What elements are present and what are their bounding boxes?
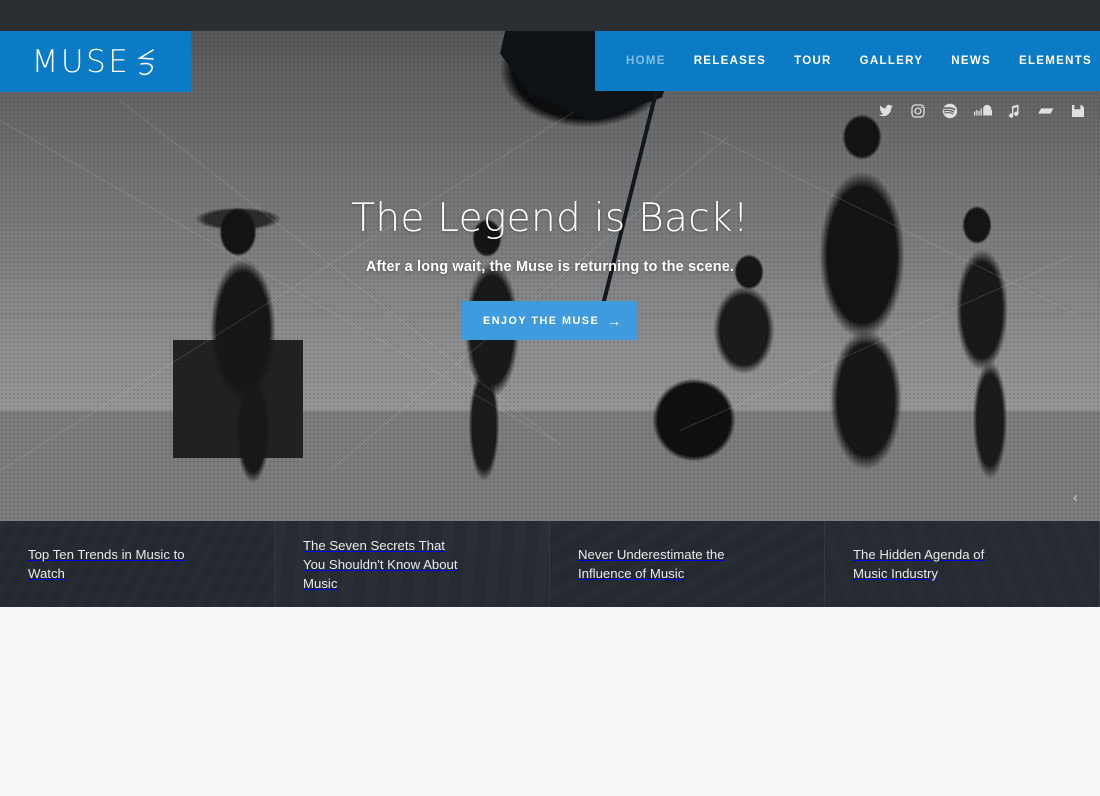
- nav-item-news[interactable]: NEWS: [937, 55, 1005, 67]
- nav-item-elements[interactable]: ELEMENTS: [1005, 55, 1100, 67]
- news-ticker: Top Ten Trends in Music to Watch The Sev…: [0, 521, 1100, 607]
- page-root: MUSE HOME RELEASES TOUR GALLERY NEWS ELE…: [0, 0, 1100, 796]
- logo-text: MUSE: [31, 43, 131, 80]
- instagram-icon[interactable]: [910, 103, 926, 119]
- nav-item-home[interactable]: HOME: [612, 55, 680, 67]
- scroll-hint-icon[interactable]: ‹: [1073, 489, 1078, 506]
- site-logo[interactable]: MUSE: [0, 31, 191, 92]
- promo-section: New Album Released! Check out the newly …: [0, 607, 1100, 796]
- soundcloud-icon[interactable]: [974, 103, 992, 119]
- ticker-item[interactable]: The Seven Secrets That You Shouldn't Kno…: [275, 521, 550, 607]
- ticker-item-title: The Hidden Agenda of Music Industry: [853, 547, 985, 581]
- arrow-right-icon: →: [607, 312, 621, 329]
- bandcamp-icon[interactable]: [1038, 103, 1054, 119]
- hero-section: MUSE HOME RELEASES TOUR GALLERY NEWS ELE…: [0, 0, 1100, 521]
- ticker-item[interactable]: Never Underestimate the Influence of Mus…: [550, 521, 825, 607]
- top-strip: [0, 0, 1100, 31]
- spotify-icon[interactable]: [942, 103, 958, 119]
- music-note-icon[interactable]: [1006, 103, 1022, 119]
- hero-title: The Legend is Back!: [351, 196, 749, 241]
- ticker-item-title: Never Underestimate the Influence of Mus…: [578, 547, 725, 581]
- main-navigation[interactable]: HOME RELEASES TOUR GALLERY NEWS ELEMENTS…: [595, 31, 1100, 91]
- ticker-item[interactable]: The Hidden Agenda of Music Industry: [825, 521, 1100, 607]
- ticker-item-title: Top Ten Trends in Music to Watch: [28, 547, 185, 581]
- twitter-icon[interactable]: [878, 103, 894, 119]
- ticker-item-title: The Seven Secrets That You Shouldn't Kno…: [303, 537, 458, 591]
- hero-subtitle: After a long wait, the Muse is returning…: [365, 259, 735, 275]
- nav-item-releases[interactable]: RELEASES: [680, 55, 780, 67]
- nav-item-gallery[interactable]: GALLERY: [846, 55, 938, 67]
- social-links[interactable]: [878, 103, 1086, 119]
- nav-item-tour[interactable]: TOUR: [780, 55, 846, 67]
- enjoy-the-muse-button[interactable]: ENJOY THE MUSE →: [462, 301, 638, 340]
- save-icon[interactable]: [1070, 103, 1086, 119]
- muse-monogram-icon: [133, 48, 159, 78]
- hero-button-label: ENJOY THE MUSE: [483, 314, 600, 327]
- hero-content: The Legend is Back! After a long wait, t…: [0, 196, 1100, 340]
- ticker-item[interactable]: Top Ten Trends in Music to Watch: [0, 521, 275, 607]
